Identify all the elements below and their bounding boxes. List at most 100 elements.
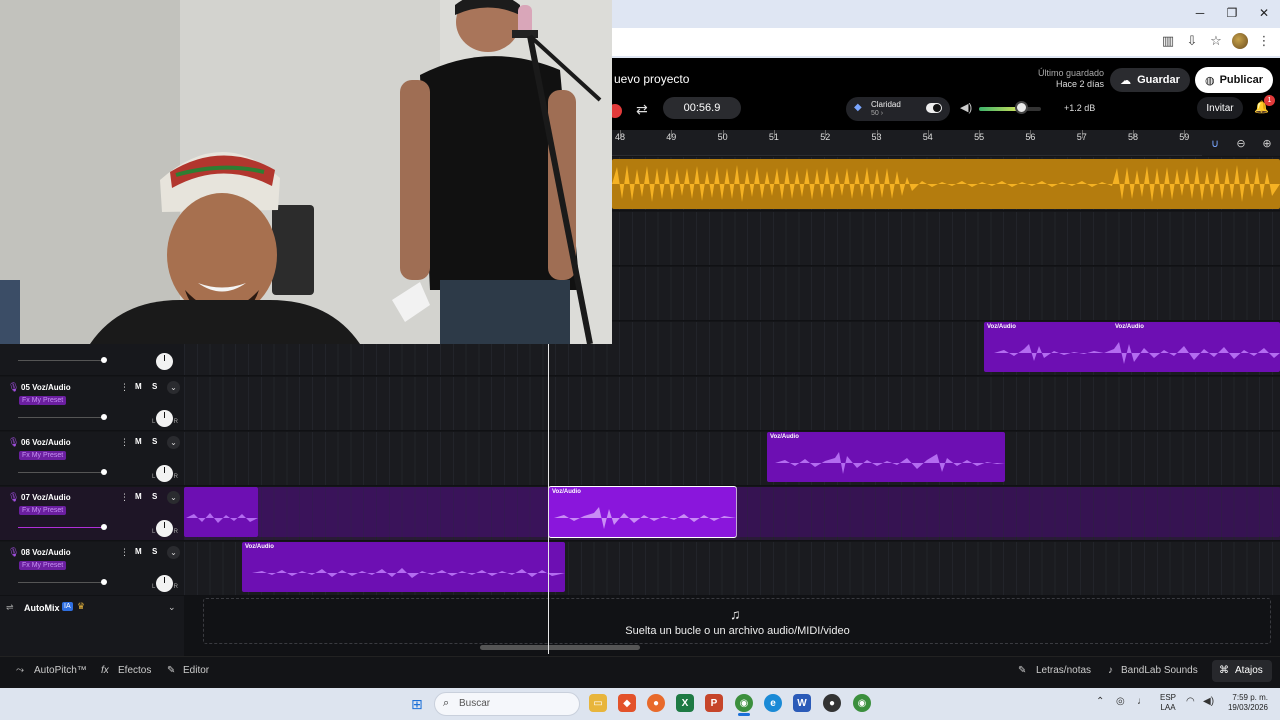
mute-button[interactable]: M: [135, 547, 142, 556]
language-indicator[interactable]: ESP LAA: [1160, 693, 1176, 713]
track-lane-08[interactable]: Voz/Audio: [184, 542, 1280, 596]
tray-app-icon[interactable]: ◎: [1116, 696, 1125, 707]
speaker-icon[interactable]: ◀): [960, 101, 972, 114]
effects-button[interactable]: Efectos: [118, 665, 151, 676]
track-lane-07[interactable]: Voz/Audio: [184, 486, 1280, 541]
track-name[interactable]: 05 Voz/Audio: [21, 383, 71, 392]
snap-magnet-icon[interactable]: ∪: [1202, 130, 1228, 156]
chrome-icon[interactable]: ◉: [735, 694, 753, 712]
wifi-icon[interactable]: ◠: [1186, 696, 1195, 707]
microphone-icon[interactable]: ♩: [1137, 696, 1147, 707]
volume-knob[interactable]: [101, 357, 107, 363]
mute-button[interactable]: M: [135, 492, 142, 501]
volume-slider[interactable]: [18, 472, 106, 473]
kebab-menu-icon[interactable]: ⋮: [120, 437, 129, 448]
taskbar-search[interactable]: [434, 692, 580, 716]
windows-start-icon[interactable]: ⊞: [411, 696, 423, 713]
crown-icon: ♛: [77, 601, 86, 611]
playhead[interactable]: [548, 344, 549, 654]
volume-slider[interactable]: [18, 527, 106, 528]
app-icon[interactable]: ●: [823, 694, 841, 712]
horizontal-scrollbar[interactable]: [480, 645, 640, 650]
tray-chevron-icon[interactable]: ⌃: [1096, 696, 1104, 707]
solo-button[interactable]: S: [152, 437, 157, 446]
audio-clip[interactable]: [184, 487, 258, 537]
track-lane-06[interactable]: Voz/Audio: [184, 432, 1280, 486]
volume-icon[interactable]: ◀): [1203, 696, 1214, 707]
save-button[interactable]: ☁ Guardar: [1110, 68, 1190, 92]
chrome-profile-icon[interactable]: ◉: [853, 694, 871, 712]
mute-button[interactable]: M: [135, 437, 142, 446]
chevron-down-icon[interactable]: ⌄: [167, 491, 180, 504]
publish-button[interactable]: ◍ Publicar: [1195, 67, 1273, 93]
fx-preset-badge[interactable]: Fx My Preset: [19, 451, 67, 460]
pan-left-label: L: [152, 529, 156, 535]
volume-knob[interactable]: [101, 469, 107, 475]
clarity-control[interactable]: ◆ Claridad 50 ›: [846, 97, 950, 121]
reading-mode-icon[interactable]: ▥: [1160, 33, 1176, 49]
word-icon[interactable]: W: [793, 694, 811, 712]
close-icon[interactable]: ✕: [1248, 0, 1280, 26]
volume-knob[interactable]: [101, 414, 107, 420]
solo-button[interactable]: S: [152, 547, 157, 556]
volume-knob[interactable]: [101, 579, 107, 585]
restore-icon[interactable]: ❐: [1216, 0, 1248, 26]
brave-icon[interactable]: ◆: [618, 694, 636, 712]
bandlab-sounds-button[interactable]: BandLab Sounds: [1121, 665, 1198, 676]
mic-icon: 🎙: [8, 492, 20, 502]
audio-clip-selected[interactable]: Voz/Audio: [548, 486, 737, 538]
mute-button[interactable]: M: [135, 382, 142, 391]
excel-icon[interactable]: X: [676, 694, 694, 712]
invite-button[interactable]: Invitar: [1197, 97, 1243, 119]
profile-avatar[interactable]: [1232, 33, 1248, 49]
browser-menu-icon[interactable]: ⋮: [1256, 33, 1272, 49]
audio-clip-yellow[interactable]: [612, 159, 1280, 209]
file-explorer-icon[interactable]: ▭: [589, 694, 607, 712]
system-clock[interactable]: 7:59 p. m. 19/03/2026: [1220, 693, 1268, 713]
ruler-bar-label: 48: [615, 132, 626, 142]
kebab-menu-icon[interactable]: ⋮: [120, 492, 129, 503]
install-app-icon[interactable]: ⇩: [1184, 33, 1200, 49]
volume-knob[interactable]: [101, 524, 107, 530]
solo-button[interactable]: S: [152, 492, 157, 501]
editor-button[interactable]: Editor: [183, 665, 209, 676]
loop-icon[interactable]: ⇄: [636, 101, 648, 118]
chevron-down-icon[interactable]: ⌄: [168, 602, 176, 613]
kebab-menu-icon[interactable]: ⋮: [120, 382, 129, 393]
kebab-menu-icon[interactable]: ⋮: [120, 547, 129, 558]
volume-slider[interactable]: [18, 417, 106, 418]
track-name[interactable]: 07 Voz/Audio: [21, 493, 71, 502]
bookmark-star-icon[interactable]: ☆: [1208, 33, 1224, 49]
minimize-icon[interactable]: ─: [1184, 0, 1216, 26]
project-title[interactable]: uevo proyecto: [614, 72, 689, 86]
audio-clip[interactable]: Voz/Audio: [242, 542, 565, 592]
track-lane-05[interactable]: [184, 377, 1280, 431]
fx-preset-badge[interactable]: Fx My Preset: [19, 396, 67, 405]
autopitch-button[interactable]: AutoPitch™: [34, 665, 87, 676]
fx-preset-badge[interactable]: Fx My Preset: [19, 561, 67, 570]
track-name[interactable]: 06 Voz/Audio: [21, 438, 71, 447]
clock-time: 7:59 p. m.: [1232, 693, 1268, 702]
volume-slider[interactable]: [18, 360, 106, 361]
automix-row[interactable]: ⇌ AutoMix IA ♛ ⌄: [0, 596, 184, 620]
volume-slider[interactable]: [18, 582, 106, 583]
zoom-out-icon[interactable]: ⊖: [1228, 130, 1254, 156]
powerpoint-icon[interactable]: P: [705, 694, 723, 712]
pan-knob[interactable]: [156, 353, 173, 370]
edge-icon[interactable]: e: [764, 694, 782, 712]
chevron-down-icon[interactable]: ⌄: [167, 381, 180, 394]
audio-clip[interactable]: Voz/Audio: [767, 432, 1005, 482]
firefox-icon[interactable]: ●: [647, 694, 665, 712]
chevron-down-icon[interactable]: ⌄: [167, 436, 180, 449]
fx-preset-badge[interactable]: Fx My Preset: [19, 506, 67, 515]
ruler-bar-label: 56: [1025, 132, 1036, 142]
screen: ─ ❐ ✕ ▥ ⇩ ☆ ⋮ uevo proyecto Último guard…: [0, 0, 1280, 720]
clarity-label: Claridad: [871, 100, 901, 109]
lyrics-button[interactable]: Letras/notas: [1036, 665, 1091, 676]
chevron-down-icon[interactable]: ⌄: [167, 546, 180, 559]
solo-button[interactable]: S: [152, 382, 157, 391]
audio-clip[interactable]: Voz/Audio Voz/Audio: [984, 322, 1280, 372]
track-name[interactable]: 08 Voz/Audio: [21, 548, 71, 557]
clarity-toggle[interactable]: [926, 103, 942, 113]
zoom-in-icon[interactable]: ⊕: [1254, 130, 1280, 156]
